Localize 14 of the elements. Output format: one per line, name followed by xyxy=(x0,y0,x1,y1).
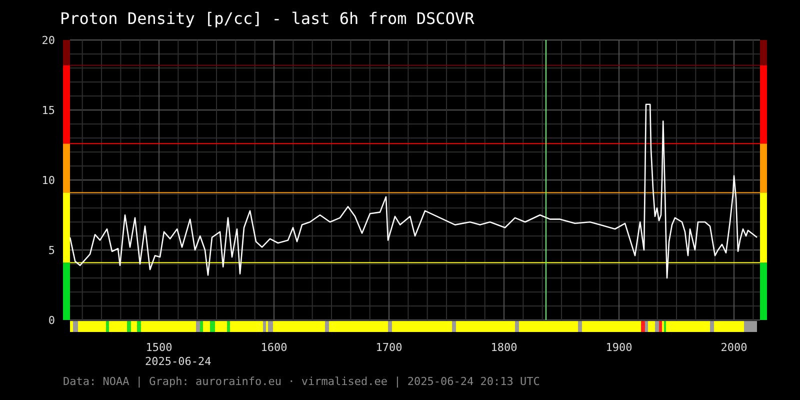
y-tick-label: 5 xyxy=(48,244,55,257)
y-tick-label: 10 xyxy=(42,174,55,187)
x-tick-label: 1900 xyxy=(606,341,632,354)
date-label: 2025-06-24 xyxy=(145,355,212,369)
x-tick-label: 1700 xyxy=(376,341,402,354)
x-tick-label: 2000 xyxy=(720,341,748,354)
x-tick-label: 1600 xyxy=(260,341,288,354)
x-tick-label: 1800 xyxy=(490,341,518,354)
chart-title: Proton Density [p/cc] - last 6h from DSCOVR xyxy=(59,8,476,30)
y-tick-label: 0 xyxy=(48,314,55,327)
footer-credits: Data: NOAA | Graph: aurorainfo.eu · virmalised.ee | 2025-06-24 20:13 UTC xyxy=(63,375,540,389)
y-tick-label: 20 xyxy=(42,34,55,47)
y-tick-label: 15 xyxy=(42,104,55,117)
x-tick-label: 1500 xyxy=(146,341,172,354)
